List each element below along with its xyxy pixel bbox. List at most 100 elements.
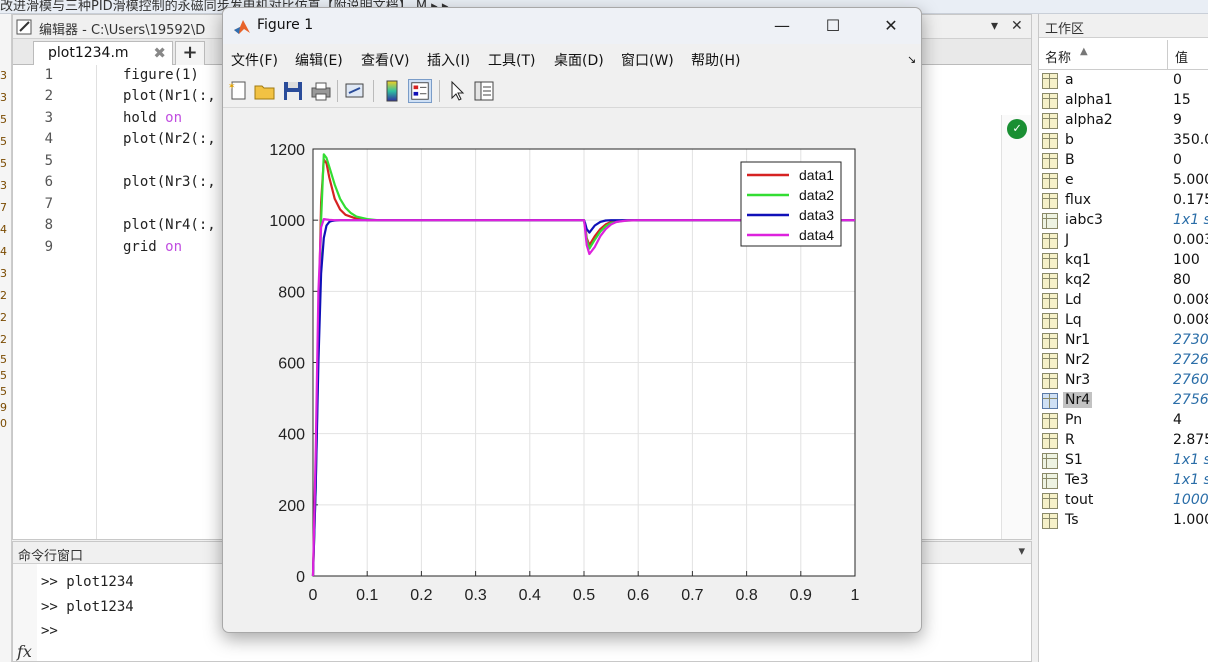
workspace-variable-alpha2[interactable]: alpha2 9 xyxy=(1039,111,1208,131)
line-chart[interactable]: 0 0.1 0.2 0.3 0.4 0.5 0.6 0.7 0.8 0.9 1 0 200 400 600 8… xyxy=(223,109,921,633)
save-icon[interactable] xyxy=(281,79,305,103)
column-divider[interactable] xyxy=(1167,40,1168,70)
matrix-icon xyxy=(1042,513,1058,529)
variable-name: kq2 xyxy=(1065,272,1091,288)
menu-help[interactable]: 帮助(H) xyxy=(691,50,740,70)
matrix-icon xyxy=(1042,233,1058,249)
legend-label-data3: data3 xyxy=(799,207,834,223)
matrix-icon xyxy=(1042,413,1058,429)
workspace-title: 工作区 xyxy=(1045,22,1085,37)
workspace-variable-Te3[interactable]: Te3 1x1 s xyxy=(1039,471,1208,491)
code-line: figure(1) xyxy=(123,67,199,83)
tab-close-icon[interactable]: ✖ xyxy=(153,44,166,62)
pointer-icon[interactable] xyxy=(445,79,469,103)
workspace-variable-Nr4[interactable]: Nr4 2756 xyxy=(1039,391,1208,411)
workspace-variable-b[interactable]: b 350.0 xyxy=(1039,131,1208,151)
menu-file[interactable]: 文件(F) xyxy=(231,50,278,70)
command-prompt[interactable]: >> xyxy=(41,623,58,639)
gutter-mark: 5 xyxy=(0,157,7,170)
property-inspector-icon[interactable] xyxy=(472,79,496,103)
gutter-mark: 2 xyxy=(0,333,7,346)
workspace-titlebar: 工作区 xyxy=(1039,14,1208,38)
x-tick-label: 0.7 xyxy=(681,587,703,604)
code-keyword: on xyxy=(165,110,183,126)
workspace-variable-tout[interactable]: tout 1000 xyxy=(1039,491,1208,511)
variable-value: 4 xyxy=(1173,412,1182,428)
colorbar-icon[interactable] xyxy=(380,79,404,103)
x-tick-label: 0.4 xyxy=(519,587,541,604)
menu-desktop[interactable]: 桌面(D) xyxy=(554,50,604,70)
command-history-line: >> plot1234 xyxy=(41,599,134,615)
variable-value: 350.0 xyxy=(1173,132,1208,148)
variable-name: Nr2 xyxy=(1065,352,1091,368)
workspace-variable-a[interactable]: a0 xyxy=(1039,71,1208,91)
gutter-mark: 4 xyxy=(0,223,7,236)
figure-window: Figure 1 — ☐ ✕ 文件(F) 编辑(E) 查看(V) 插入(I) 工… xyxy=(222,7,922,633)
workspace-variable-Ts[interactable]: Ts 1.000 xyxy=(1039,511,1208,531)
tab-plot1234[interactable]: plot1234.m ✖ xyxy=(33,41,173,65)
menu-insert[interactable]: 插入(I) xyxy=(427,50,470,70)
variable-value: 1x1 s xyxy=(1173,452,1208,468)
variable-value: 0.003 xyxy=(1173,232,1208,248)
menu-edit[interactable]: 编辑(E) xyxy=(295,50,343,70)
workspace-variable-e[interactable]: e 5.000 xyxy=(1039,171,1208,191)
variable-name: iabc3 xyxy=(1065,212,1103,228)
y-tick-label: 0 xyxy=(296,569,305,586)
matrix-icon xyxy=(1042,433,1058,449)
variable-name: Lq xyxy=(1065,312,1082,328)
workspace-variable-Nr3[interactable]: Nr3 2760 xyxy=(1039,371,1208,391)
variable-value: 100 xyxy=(1173,252,1200,268)
gutter-mark: 5 xyxy=(0,353,7,366)
toolbar-separator xyxy=(373,80,374,102)
maximize-button[interactable]: ☐ xyxy=(820,14,846,38)
menu-view[interactable]: 查看(V) xyxy=(361,50,410,70)
open-file-icon[interactable] xyxy=(253,79,277,103)
check-ok-icon[interactable]: ✓ xyxy=(1007,119,1027,139)
link-plot-icon[interactable] xyxy=(343,79,367,103)
workspace-variable-Lq[interactable]: Lq 0.008 xyxy=(1039,311,1208,331)
workspace-variable-J[interactable]: J 0.003 xyxy=(1039,231,1208,251)
workspace-variable-Nr1[interactable]: Nr1 2730 xyxy=(1039,331,1208,351)
workspace-variable-Pn[interactable]: Pn 4 xyxy=(1039,411,1208,431)
matrix-icon xyxy=(1042,273,1058,289)
column-name-header[interactable]: 名称 xyxy=(1045,47,1071,66)
menu-tools[interactable]: 工具(T) xyxy=(488,50,535,70)
workspace-variable-R[interactable]: R 2.875 xyxy=(1039,431,1208,451)
workspace-variable-flux[interactable]: flux 0.175 xyxy=(1039,191,1208,211)
workspace-variable-alpha1[interactable]: alpha1 15 xyxy=(1039,91,1208,111)
add-tab-button[interactable]: + xyxy=(175,41,205,65)
workspace-variable-iabc3[interactable]: iabc3 1x1 s xyxy=(1039,211,1208,231)
gutter-mark: 5 xyxy=(0,369,7,382)
line-number: 3 xyxy=(44,110,53,126)
new-figure-icon[interactable]: ✶ xyxy=(227,79,251,103)
workspace-variable-B[interactable]: B0 xyxy=(1039,151,1208,171)
print-icon[interactable] xyxy=(309,79,333,103)
fx-icon[interactable]: fx xyxy=(17,642,32,661)
workspace-variable-kq2[interactable]: kq2 80 xyxy=(1039,271,1208,291)
matrix-icon xyxy=(1042,173,1058,189)
workspace-variable-kq1[interactable]: kq1 100 xyxy=(1039,251,1208,271)
chevron-down-icon[interactable]: ▾ xyxy=(991,18,998,34)
variable-name: Nr4 xyxy=(1063,392,1093,408)
matrix-icon xyxy=(1042,293,1058,309)
close-icon[interactable]: ✕ xyxy=(1011,18,1023,34)
variable-value: 2726 xyxy=(1173,352,1208,368)
minimize-button[interactable]: — xyxy=(769,14,795,38)
variable-name: J xyxy=(1065,232,1070,248)
close-button[interactable]: ✕ xyxy=(878,14,904,38)
figure-titlebar[interactable]: Figure 1 — ☐ ✕ xyxy=(223,8,921,44)
gutter-mark: 5 xyxy=(0,113,7,126)
workspace-variable-Nr2[interactable]: Nr2 2726 xyxy=(1039,351,1208,371)
column-value-header[interactable]: 值 xyxy=(1175,47,1188,66)
workspace-variable-Ld[interactable]: Ld 0.008 xyxy=(1039,291,1208,311)
menu-window[interactable]: 窗口(W) xyxy=(621,50,674,70)
svg-text:✶: ✶ xyxy=(228,82,236,92)
variable-value: 0.008 xyxy=(1173,292,1208,308)
dock-arrow-icon[interactable]: ↘ xyxy=(907,53,916,66)
code-line: plot(Nr2(:, xyxy=(123,131,216,147)
workspace-variable-S1[interactable]: S1 1x1 s xyxy=(1039,451,1208,471)
chevron-down-icon[interactable]: ▾ xyxy=(1018,544,1025,559)
line-number: 5 xyxy=(44,153,53,169)
variable-value: 9 xyxy=(1173,112,1182,128)
legend-icon[interactable] xyxy=(408,79,432,103)
